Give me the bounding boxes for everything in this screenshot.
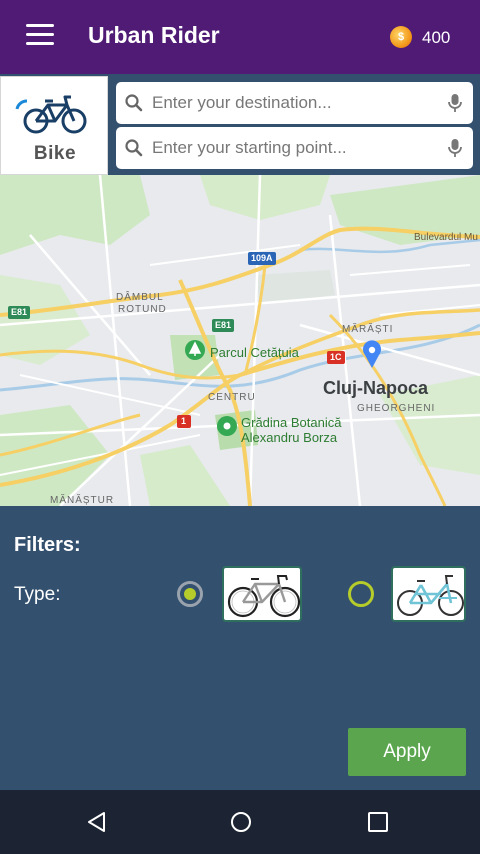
map-label-e81-left: E81 (11, 307, 28, 317)
mic-icon[interactable] (447, 138, 463, 158)
map-label-manastur: MĂNĂȘTUR (50, 495, 115, 506)
coin-count: 400 (422, 28, 451, 47)
map-label-cluj-napoca: Cluj-Napoca (323, 378, 429, 398)
road-bike-option[interactable] (222, 566, 302, 622)
bike-icon (15, 95, 87, 134)
menu-icon[interactable] (26, 24, 56, 48)
map-label-parcul: Parcul Cetățuia (210, 345, 299, 360)
map-label-road-1c: 1C (330, 352, 342, 362)
map-canvas (0, 175, 480, 506)
type-label: Type: (14, 584, 61, 605)
home-icon[interactable] (229, 810, 253, 834)
apply-button[interactable]: Apply (348, 728, 466, 776)
destination-input[interactable] (152, 93, 432, 113)
map-label-marasti: MĂRĂȘTI (342, 324, 394, 335)
city-bike-radio[interactable] (348, 581, 374, 607)
map-label-gheorgheni: GHEORGHENI (357, 403, 436, 414)
system-nav-bar (0, 790, 480, 854)
map-label-dambul: DÂMBUL (116, 292, 164, 303)
map-label-bulevardul: Bulevardul Mu (414, 232, 478, 243)
search-area: Bike (0, 74, 480, 175)
back-icon[interactable] (85, 810, 109, 834)
bike-mode-tile[interactable]: Bike (0, 76, 108, 175)
map-label-road-1: 1 (181, 416, 187, 426)
app-bar: Urban Rider $ 400 (0, 0, 480, 74)
bike-mode-label: Bike (33, 143, 77, 164)
filters-panel: Filters: Type: Apply (0, 506, 480, 790)
recent-apps-icon[interactable] (366, 810, 390, 834)
search-icon (125, 139, 143, 157)
map-view[interactable]: Bulevardul Mu 109A DÂMBUL ROTUND E81 E81… (0, 175, 480, 506)
map-label-road-109a: 109A (251, 253, 273, 263)
road-bike-icon (227, 575, 301, 618)
city-bike-option[interactable] (391, 566, 466, 622)
map-label-gradina-line1: Grădina Botanică (241, 415, 342, 430)
city-pin-icon[interactable] (363, 340, 381, 368)
map-label-gradina-line2: Alexandru Borza (241, 430, 338, 445)
mic-icon[interactable] (447, 93, 463, 113)
coin-icon: $ (390, 26, 412, 48)
destination-field[interactable] (116, 82, 473, 124)
filters-title: Filters: (14, 534, 81, 556)
map-label-e81-mid: E81 (215, 320, 232, 330)
app-title: Urban Rider (88, 22, 220, 48)
starting-point-input[interactable] (152, 138, 432, 158)
road-bike-radio[interactable] (177, 581, 203, 607)
map-label-centru: CENTRU (208, 392, 256, 403)
starting-point-field[interactable] (116, 127, 473, 169)
city-bike-icon (397, 575, 464, 616)
map-label-rotund: ROTUND (118, 304, 167, 315)
search-icon (125, 94, 143, 112)
